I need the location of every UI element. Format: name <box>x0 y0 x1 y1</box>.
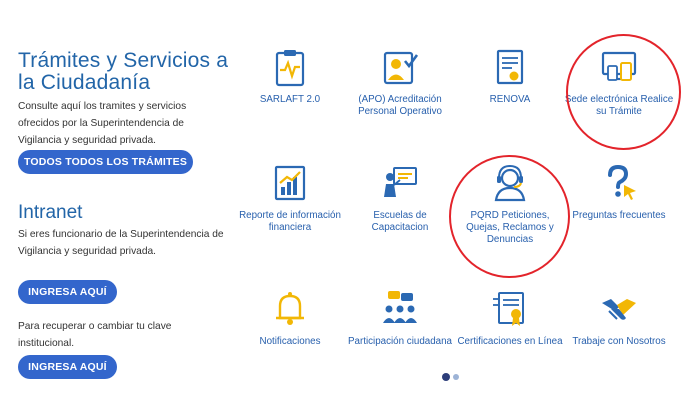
clipboard-pulse-icon <box>275 50 305 87</box>
presentation-icon <box>384 167 417 197</box>
tile-label: Certificaciones en Línea <box>457 336 563 347</box>
intranet-login-button[interactable]: INGRESA AQUÍ <box>18 280 117 304</box>
tile-label: Participación ciudadana <box>347 336 453 347</box>
tile-label: SARLAFT 2.0 <box>259 94 321 105</box>
tile-label: RENOVA <box>489 94 531 105</box>
id-card-check-icon <box>383 51 419 85</box>
carousel-dot[interactable] <box>453 374 459 380</box>
service-tile-certificaciones[interactable]: Certificaciones en Línea <box>455 289 565 348</box>
service-tile-apo[interactable]: (APO) Acreditación Personal Operativo <box>345 47 455 118</box>
service-tile-trabaje[interactable]: Trabaje con Nosotros <box>564 289 674 348</box>
tile-label: (APO) Acreditación Personal Operativo <box>358 94 442 117</box>
tile-label: Trabaje con Nosotros <box>572 336 666 347</box>
tile-label: Reporte de información financiera <box>239 210 341 233</box>
service-tile-sarlaft[interactable]: SARLAFT 2.0 <box>235 47 345 106</box>
certificate-icon <box>493 292 524 326</box>
bell-icon <box>276 292 304 325</box>
recover-password-description: Para recuperar o cambiar tu clave instit… <box>18 321 172 349</box>
service-tile-participacion[interactable]: Participación ciudadana <box>345 289 455 348</box>
handshake-icon <box>602 299 636 320</box>
all-procedures-button[interactable]: TODOS TODOS LOS TRÁMITES <box>18 150 193 174</box>
tile-label: Notificaciones <box>259 336 321 347</box>
carousel-dot-active[interactable] <box>442 373 450 381</box>
people-chat-icon <box>383 291 417 323</box>
intranet-title: Intranet <box>18 202 83 223</box>
tile-label: Escuelas de Capacitacion <box>371 210 429 233</box>
service-tile-notificaciones[interactable]: Notificaciones <box>235 289 345 348</box>
service-tile-escuelas[interactable]: Escuelas de Capacitacion <box>345 163 455 234</box>
tile-label: Preguntas frecuentes <box>572 210 666 221</box>
highlight-circle-sede <box>566 34 681 150</box>
tramites-title: Trámites y Servicios a la Ciudadanía <box>18 49 229 94</box>
question-cursor-icon <box>608 164 636 200</box>
highlight-circle-pqrd <box>449 155 570 278</box>
service-tile-reporte-financiero[interactable]: Reporte de información financiera <box>235 163 345 234</box>
financial-report-icon <box>274 165 306 201</box>
service-tile-renova[interactable]: RENOVA <box>455 47 565 106</box>
intranet-description: Si eres funcionario de la Superintendenc… <box>18 229 224 257</box>
document-stamp-icon <box>496 49 524 85</box>
service-tile-preguntas[interactable]: Preguntas frecuentes <box>564 163 674 222</box>
tramites-description: Consulte aquí los tramites y servicios o… <box>18 101 187 146</box>
recover-password-button[interactable]: INGRESA AQUÍ <box>18 355 117 379</box>
